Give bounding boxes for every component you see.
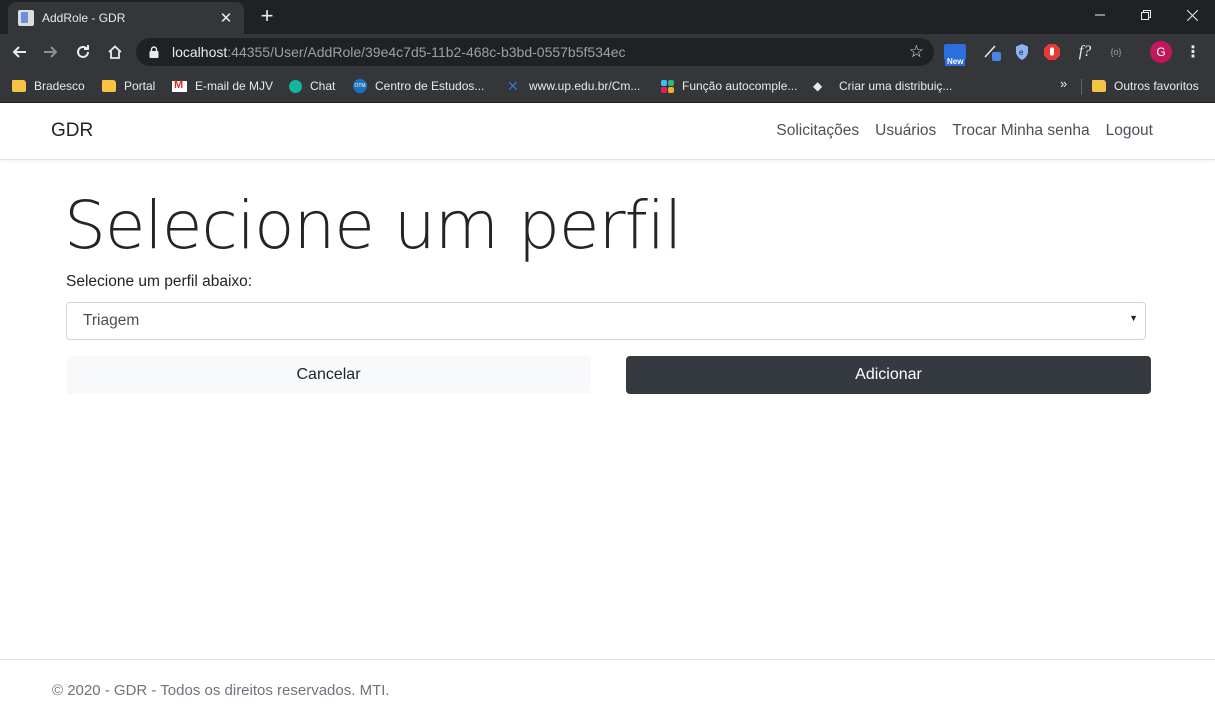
tab-title: AddRole - GDR xyxy=(42,11,126,25)
page-title: Selecione um perfil xyxy=(64,187,683,264)
other-bookmarks[interactable]: Outros favoritos xyxy=(1092,76,1199,96)
nav-links: Solicitações Usuários Trocar Minha senha… xyxy=(776,122,1153,140)
brand-link[interactable]: GDR xyxy=(51,120,93,142)
browser-menu-icon[interactable]: ⋮ xyxy=(1185,42,1201,62)
site-footer: © 2020 - GDR - Todos os direitos reserva… xyxy=(0,659,1215,720)
nav-link-usuarios[interactable]: Usuários xyxy=(875,122,936,140)
close-window-icon[interactable] xyxy=(1169,0,1215,30)
extension-shield-icon[interactable]: e xyxy=(1011,41,1033,63)
bookmark-star-icon[interactable]: ☆ xyxy=(909,43,924,61)
minimize-icon[interactable] xyxy=(1077,0,1123,30)
bookmarks-bar: Bradesco Portal E-mail de MJV Chat OTM C… xyxy=(0,70,1215,103)
url-host: localhost xyxy=(172,44,228,60)
address-bar[interactable]: localhost:44355/User/AddRole/39e4c7d5-11… xyxy=(136,38,934,66)
bookmark-item[interactable]: ◆ Criar uma distribuiç... xyxy=(813,76,952,96)
new-tab-icon[interactable]: + xyxy=(256,4,278,28)
profile-select[interactable]: Triagem ▼ xyxy=(66,302,1146,340)
site-navbar: GDR Solicitações Usuários Trocar Minha s… xyxy=(0,103,1215,160)
forward-arrow-icon[interactable] xyxy=(37,38,65,66)
github-icon: ◆ xyxy=(813,79,823,93)
bookmarks-divider xyxy=(1081,79,1082,95)
restore-icon[interactable] xyxy=(1123,0,1169,30)
up-icon: ✕ xyxy=(507,78,519,94)
bookmark-label: E-mail de MJV xyxy=(195,79,274,93)
browser-toolbar: localhost:44355/User/AddRole/39e4c7d5-11… xyxy=(0,34,1215,70)
bookmark-label: Bradesco xyxy=(34,79,85,93)
bookmark-item[interactable]: Portal xyxy=(102,76,155,96)
folder-icon xyxy=(102,80,116,92)
bookmark-label: Chat xyxy=(310,79,336,93)
bookmark-item[interactable]: E-mail de MJV xyxy=(172,76,273,96)
profile-select-value: Triagem xyxy=(83,312,140,329)
extension-new-label: New xyxy=(945,57,966,66)
bookmark-label: www.up.edu.br/Cm... xyxy=(529,79,641,93)
otm-icon: OTM xyxy=(353,79,367,93)
chat-icon xyxy=(289,79,302,93)
extension-new-icon[interactable]: New xyxy=(944,41,966,66)
svg-text:e: e xyxy=(1019,48,1024,57)
profile-avatar[interactable]: G xyxy=(1150,41,1172,63)
browser-tabstrip: AddRole - GDR ✕ + xyxy=(0,0,1215,34)
lock-icon[interactable] xyxy=(146,44,162,60)
extension-pen-icon[interactable] xyxy=(981,41,1003,63)
folder-icon xyxy=(12,80,26,92)
bookmark-item[interactable]: Bradesco xyxy=(12,76,85,96)
bookmark-item[interactable]: ✕ www.up.edu.br/Cm... xyxy=(507,76,640,96)
nav-link-trocar-senha[interactable]: Trocar Minha senha xyxy=(952,122,1089,140)
dropdown-arrow-icon: ▼ xyxy=(1129,313,1138,323)
bookmark-label: Portal xyxy=(124,79,156,93)
folder-icon xyxy=(1092,80,1106,92)
profile-select-label: Selecione um perfil abaixo: xyxy=(66,273,253,290)
bookmark-label: Função autocomple... xyxy=(682,79,798,93)
bookmark-item[interactable]: OTM Centro de Estudos... xyxy=(353,76,484,96)
other-bookmarks-label: Outros favoritos xyxy=(1114,79,1199,93)
add-button[interactable]: Adicionar xyxy=(626,356,1151,394)
extension-adblock-icon[interactable] xyxy=(1041,41,1063,63)
back-arrow-icon[interactable] xyxy=(5,38,33,66)
bookmarks-overflow-icon[interactable]: » xyxy=(1060,76,1067,91)
close-tab-icon[interactable]: ✕ xyxy=(218,9,234,27)
slack-icon xyxy=(661,79,674,93)
footer-copyright: © 2020 - GDR - Todos os direitos reserva… xyxy=(52,682,390,699)
extension-fx-icon[interactable]: f? xyxy=(1074,41,1096,63)
extension-object-icon[interactable]: {o} xyxy=(1105,41,1127,63)
browser-tab[interactable]: AddRole - GDR ✕ xyxy=(8,2,244,34)
bookmark-label: Criar uma distribuiç... xyxy=(839,79,953,93)
bookmark-item[interactable]: Função autocomple... xyxy=(661,76,797,96)
home-icon[interactable] xyxy=(101,38,129,66)
nav-link-solicitacoes[interactable]: Solicitações xyxy=(776,122,859,140)
bookmark-item[interactable]: Chat xyxy=(289,76,335,96)
url-path: :44355/User/AddRole/39e4c7d5-11b2-468c-b… xyxy=(227,44,626,60)
bookmark-label: Centro de Estudos... xyxy=(375,79,485,93)
page-favicon-icon xyxy=(18,10,34,26)
gmail-icon xyxy=(172,79,187,92)
cancel-button[interactable]: Cancelar xyxy=(66,356,591,394)
nav-link-logout[interactable]: Logout xyxy=(1106,122,1153,140)
reload-icon[interactable] xyxy=(69,38,97,66)
